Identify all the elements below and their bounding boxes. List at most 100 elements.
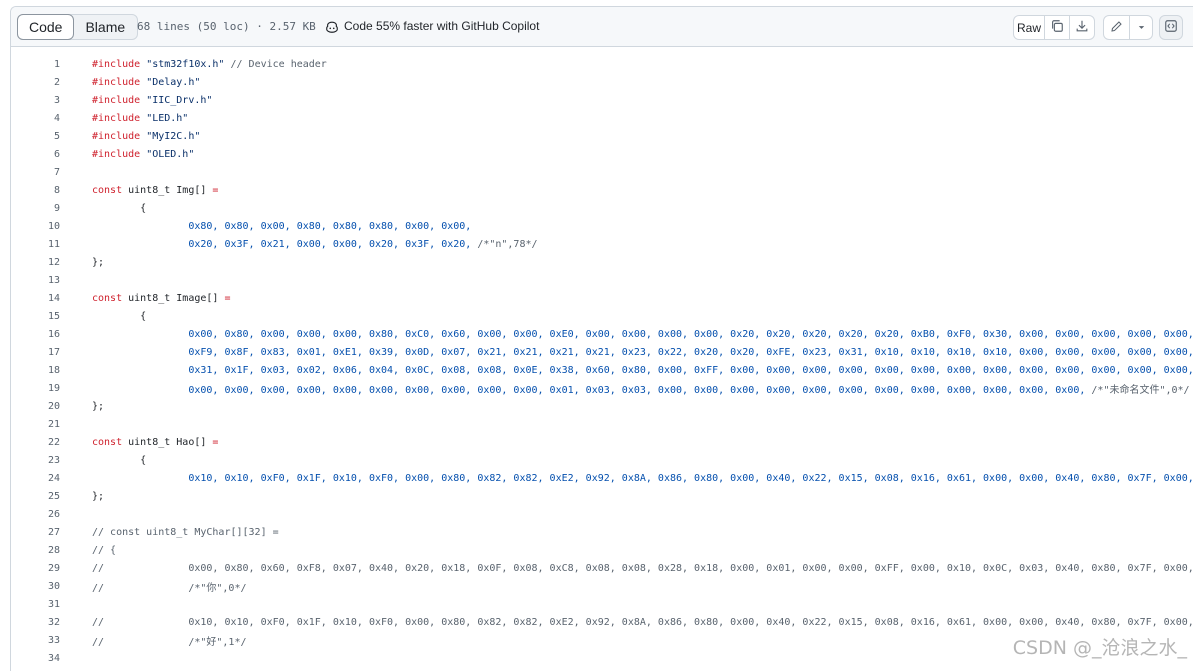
code-token: 0x00, 0x80, 0x00, 0x00, 0x00, 0x80, 0xC0… — [92, 328, 1193, 340]
code-line: 16 0x00, 0x80, 0x00, 0x00, 0x00, 0x80, 0… — [11, 325, 1193, 343]
line-number[interactable]: 17 — [11, 347, 60, 358]
line-number[interactable]: 22 — [11, 437, 60, 448]
code-line: 13 — [11, 271, 1193, 289]
line-number[interactable]: 1 — [11, 59, 60, 70]
code-line: 21 — [11, 415, 1193, 433]
code-token: #include — [92, 58, 147, 70]
csdn-watermark: CSDN @_沧浪之水_ — [1012, 637, 1187, 659]
code-token: /*"未命名文件",0*/ — [1091, 384, 1190, 396]
code-line: 32 // 0x10, 0x10, 0xF0, 0x1F, 0x10, 0xF0,… — [11, 613, 1193, 631]
line-number[interactable]: 9 — [11, 203, 60, 214]
code-token: }; — [92, 256, 105, 268]
line-number[interactable]: 32 — [11, 617, 60, 628]
code-token: = — [212, 436, 219, 448]
line-content: // const uint8_t MyChar[][32] = — [92, 527, 279, 538]
code-square-icon — [1164, 19, 1178, 36]
line-number[interactable]: 27 — [11, 527, 60, 538]
line-number[interactable]: 26 — [11, 509, 60, 520]
code-line: 10 0x80, 0x80, 0x00, 0x80, 0x80, 0x80, 0… — [11, 217, 1193, 235]
download-button[interactable] — [1070, 16, 1094, 39]
code-token: = — [212, 184, 219, 196]
code-token: uint8_t Hao[] — [128, 436, 213, 448]
line-number[interactable]: 25 — [11, 491, 60, 502]
line-number[interactable]: 7 — [11, 167, 60, 178]
code-line: 7 — [11, 163, 1193, 181]
code-token: #include — [92, 112, 147, 124]
file-info: 68 lines (50 loc) · 2.57 KB — [137, 20, 316, 33]
edit-button[interactable] — [1104, 16, 1130, 39]
line-content: { — [92, 203, 146, 214]
line-number[interactable]: 19 — [11, 383, 60, 394]
line-number[interactable]: 6 — [11, 149, 60, 160]
code-line: 24 0x10, 0x10, 0xF0, 0x1F, 0x10, 0xF0, 0… — [11, 469, 1193, 487]
code-line: 5 #include "MyI2C.h" — [11, 127, 1193, 145]
line-number[interactable]: 2 — [11, 77, 60, 88]
line-content: 0x00, 0x80, 0x00, 0x00, 0x00, 0x80, 0xC0… — [92, 329, 1193, 340]
code-token: /*"n",78*/ — [477, 238, 538, 250]
code-line: 8 const uint8_t Img[] = — [11, 181, 1193, 199]
code-token: 0xF9, 0x8F, 0x83, 0x01, 0xE1, 0x39, 0x0D… — [92, 346, 1193, 358]
line-content: #include "stm32f10x.h" // Device header — [92, 59, 327, 70]
line-number[interactable]: 29 — [11, 563, 60, 574]
line-number[interactable]: 10 — [11, 221, 60, 232]
line-number[interactable]: 18 — [11, 365, 60, 376]
code-token: // /*"好",1*/ — [92, 636, 247, 648]
line-content: // 0x10, 0x10, 0xF0, 0x1F, 0x10, 0xF0, 0… — [92, 617, 1193, 628]
code-token: const — [92, 292, 129, 304]
line-number[interactable]: 24 — [11, 473, 60, 484]
code-line: 28 // { — [11, 541, 1193, 559]
code-line: 20}; — [11, 397, 1193, 415]
code-token: #include — [92, 130, 147, 142]
line-content: 0x31, 0x1F, 0x03, 0x02, 0x06, 0x04, 0x0C… — [92, 365, 1193, 376]
line-number[interactable]: 34 — [11, 653, 60, 664]
code-token: "Delay.h" — [146, 76, 201, 88]
code-token: // { — [92, 544, 117, 556]
raw-button[interactable]: Raw — [1014, 16, 1045, 39]
code-line: 15 { — [11, 307, 1193, 325]
line-content: // /*"好",1*/ — [92, 633, 247, 648]
line-number[interactable]: 30 — [11, 581, 60, 592]
line-number[interactable]: 11 — [11, 239, 60, 250]
line-number[interactable]: 4 — [11, 113, 60, 124]
code-token: const — [92, 436, 129, 448]
line-number[interactable]: 14 — [11, 293, 60, 304]
code-token: // const uint8_t MyChar[][32] = — [92, 526, 279, 538]
copilot-promo[interactable]: Code 55% faster with GitHub Copilot — [325, 7, 539, 46]
copy-icon — [1050, 19, 1064, 36]
line-number[interactable]: 33 — [11, 635, 60, 646]
line-number[interactable]: 12 — [11, 257, 60, 268]
line-content: #include "OLED.h" — [92, 149, 194, 160]
code-token: #include — [92, 148, 147, 160]
code-token: #include — [92, 94, 147, 106]
code-line: 14 const uint8_t Image[] = — [11, 289, 1193, 307]
line-number[interactable]: 13 — [11, 275, 60, 286]
edit-dropdown-button[interactable] — [1130, 16, 1152, 39]
line-number[interactable]: 15 — [11, 311, 60, 322]
line-number[interactable]: 20 — [11, 401, 60, 412]
copilot-text: Code 55% faster with GitHub Copilot — [344, 19, 540, 33]
edit-actions-group — [1103, 15, 1153, 40]
line-number[interactable]: 3 — [11, 95, 60, 106]
code-token: uint8_t Image[] — [128, 292, 225, 304]
chevron-down-icon — [1137, 21, 1146, 35]
line-number[interactable]: 31 — [11, 599, 60, 610]
line-content: const uint8_t Image[] = — [92, 293, 230, 304]
line-number[interactable]: 21 — [11, 419, 60, 430]
code-line: 12}; — [11, 253, 1193, 271]
line-number[interactable]: 5 — [11, 131, 60, 142]
line-number[interactable]: 8 — [11, 185, 60, 196]
code-token: "MyI2C.h" — [146, 130, 201, 142]
code-line: 1 #include "stm32f10x.h" // Device header — [11, 55, 1193, 73]
line-number[interactable]: 28 — [11, 545, 60, 556]
blame-tab[interactable]: Blame — [73, 15, 137, 39]
code-token: 0x31, 0x1F, 0x03, 0x02, 0x06, 0x04, 0x0C… — [92, 364, 1193, 376]
line-number[interactable]: 16 — [11, 329, 60, 340]
code-token: "IIC_Drv.h" — [146, 94, 213, 106]
line-number[interactable]: 23 — [11, 455, 60, 466]
symbols-button[interactable] — [1160, 16, 1182, 39]
code-tab[interactable]: Code — [17, 14, 75, 40]
code-token: // 0x00, 0x80, 0x60, 0xF8, 0x07, 0x40, 0… — [92, 562, 1193, 574]
code-line: 18 0x31, 0x1F, 0x03, 0x02, 0x06, 0x04, 0… — [11, 361, 1193, 379]
line-content: 0x00, 0x00, 0x00, 0x00, 0x00, 0x00, 0x00… — [92, 381, 1190, 396]
copy-raw-button[interactable] — [1045, 16, 1070, 39]
